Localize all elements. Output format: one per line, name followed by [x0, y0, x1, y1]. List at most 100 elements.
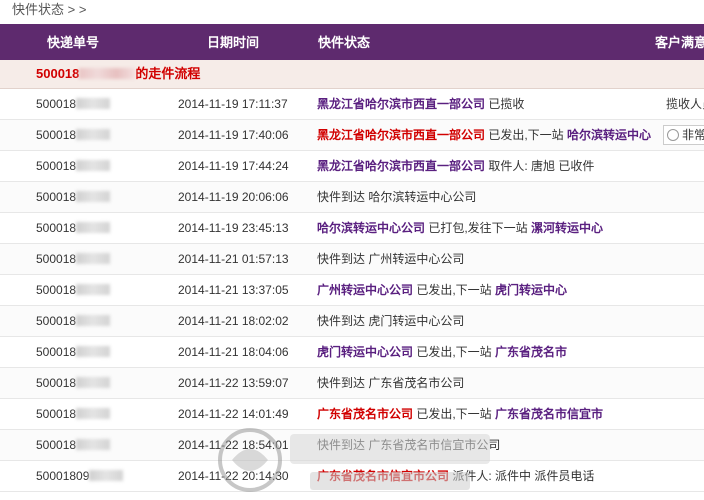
tracking-number-cell: 500018: [36, 275, 111, 305]
tracking-number-text: 500018: [36, 159, 77, 173]
datetime-cell: 2014-11-21 13:37:05: [178, 283, 289, 297]
tracking-subheader: 500018 的走件流程: [0, 60, 704, 89]
satisfaction-label: 非常: [682, 128, 704, 142]
redacted-digits: [76, 98, 111, 109]
tracking-number-cell: 500018: [36, 399, 111, 429]
col-tracking-number: 快递单号: [47, 35, 100, 50]
redacted-digits: [76, 129, 111, 140]
tracking-table: 500018 2014-11-19 17:11:37 黑龙江省哈尔滨市西直一部公司 …: [0, 89, 704, 492]
datetime-cell: 2014-11-19 17:44:24: [178, 159, 289, 173]
tracking-number-text: 500018: [36, 283, 77, 297]
table-row: 500018 2014-11-19 23:45:13 哈尔滨转运中心公司 已打包,发…: [0, 213, 704, 244]
table-row: 500018 2014-11-22 14:01:49 广东省茂名市公司 已发出,下一…: [0, 399, 704, 430]
status-location-link[interactable]: 广州转运中心公司: [317, 283, 413, 297]
tracking-number-cell: 500018: [36, 430, 111, 460]
table-row: 500018 2014-11-19 17:11:37 黑龙江省哈尔滨市西直一部公司 …: [0, 89, 704, 120]
tracking-number-text: 500018: [36, 438, 77, 452]
redacted-digits: [89, 470, 124, 481]
table-row: 500018 2014-11-21 13:37:05 广州转运中心公司 已发出,下一…: [0, 275, 704, 306]
status-cell: 快件到达 广州转运中心公司: [317, 244, 464, 274]
status-cell: 快件到达 广东省茂名市信宜市公司: [317, 430, 500, 460]
redacted-digits: [76, 439, 111, 450]
datetime-cell: 2014-11-22 14:01:49: [178, 407, 289, 421]
subheader-prefix: 500018: [36, 66, 80, 81]
status-text: 快件到达 哈尔滨转运中心公司: [317, 190, 477, 204]
col-satisfaction: 客户满意: [655, 35, 704, 50]
status-cell: 快件到达 虎门转运中心公司: [317, 306, 464, 336]
redacted-digits: [76, 253, 111, 264]
tracking-number-cell: 500018: [36, 306, 111, 336]
tracking-number-cell: 500018: [36, 337, 111, 367]
table-row: 50001809 2014-11-22 20:14:30 广东省茂名市信宜市公司 派…: [0, 461, 704, 492]
redacted-number: [79, 68, 136, 79]
status-text: 已发出,下一站: [413, 407, 496, 421]
redacted-digits: [76, 284, 111, 295]
tracking-number-text: 500018: [36, 128, 77, 142]
tracking-number-cell: 50001809: [36, 461, 124, 491]
tracking-number-text: 500018: [36, 345, 77, 359]
status-location-link[interactable]: 广东省茂名市信宜市公司: [317, 469, 449, 483]
status-text: 已发出,下一站: [413, 283, 496, 297]
status-cell: 广东省茂名市信宜市公司 派件人: 派件中 派件员电话: [317, 461, 594, 491]
status-location-link[interactable]: 漯河转运中心: [531, 221, 603, 235]
redacted-digits: [76, 222, 111, 233]
table-row: 500018 2014-11-22 18:54:01 快件到达 广东省茂名市信宜市公…: [0, 430, 704, 461]
status-text: 快件到达 广东省茂名市公司: [317, 376, 465, 390]
tracking-number-text: 500018: [36, 221, 77, 235]
status-cell: 广州转运中心公司 已发出,下一站 虎门转运中心: [317, 275, 567, 305]
table-header: 快递单号 日期时间 快件状态 客户满意: [0, 24, 704, 60]
subheader-title: 500018 的走件流程: [36, 60, 200, 88]
status-text: 派件中 派件员电话: [495, 469, 595, 483]
datetime-cell: 2014-11-22 20:14:30: [178, 469, 289, 483]
breadcrumb: 快件状态 > >: [0, 0, 704, 22]
datetime-cell: 2014-11-19 17:11:37: [178, 97, 288, 111]
datetime-cell: 2014-11-21 18:04:06: [178, 345, 289, 359]
status-cell: 黑龙江省哈尔滨市西直一部公司 取件人: 唐旭 已收件: [317, 151, 594, 181]
tracking-number-text: 500018: [36, 314, 77, 328]
table-row: 500018 2014-11-19 17:40:06 黑龙江省哈尔滨市西直一部公司 …: [0, 120, 704, 151]
status-text: 快件到达 广东省茂名市信宜市公司: [317, 438, 501, 452]
tracking-number-cell: 500018: [36, 213, 111, 243]
table-row: 500018 2014-11-22 13:59:07 快件到达 广东省茂名市公司: [0, 368, 704, 399]
datetime-cell: 2014-11-19 20:06:06: [178, 190, 289, 204]
status-location-link[interactable]: 虎门转运中心公司: [317, 345, 413, 359]
status-text: 快件到达 虎门转运中心公司: [317, 314, 465, 328]
tracking-number-text: 500018: [36, 407, 77, 421]
redacted-digits: [76, 346, 111, 357]
status-location-link[interactable]: 哈尔滨转运中心: [567, 128, 651, 142]
tracking-number-cell: 500018: [36, 368, 111, 398]
tracking-number-text: 500018: [36, 376, 77, 390]
status-cell: 黑龙江省哈尔滨市西直一部公司 已揽收: [317, 89, 524, 119]
status-location-link[interactable]: 广东省茂名市: [495, 345, 567, 359]
datetime-cell: 2014-11-19 17:40:06: [178, 128, 289, 142]
col-datetime: 日期时间: [207, 35, 260, 50]
status-location-link[interactable]: 哈尔滨转运中心公司: [317, 221, 425, 235]
status-location-link[interactable]: 黑龙江省哈尔滨市西直一部公司: [317, 128, 485, 142]
redacted-digits: [76, 160, 111, 171]
datetime-cell: 2014-11-22 13:59:07: [178, 376, 289, 390]
tracking-number-text: 500018: [36, 97, 77, 111]
tracking-number-text: 500018: [36, 190, 77, 204]
satisfaction-radio[interactable]: 非常: [663, 125, 704, 145]
table-row: 500018 2014-11-19 17:44:24 黑龙江省哈尔滨市西直一部公司 …: [0, 151, 704, 182]
tracking-number-cell: 500018: [36, 151, 111, 181]
datetime-cell: 2014-11-22 18:54:01: [178, 438, 289, 452]
status-location-link[interactable]: 虎门转运中心: [495, 283, 567, 297]
table-row: 500018 2014-11-21 18:04:06 虎门转运中心公司 已发出,下一…: [0, 337, 704, 368]
table-row: 500018 2014-11-19 20:06:06 快件到达 哈尔滨转运中心公司: [0, 182, 704, 213]
radio-icon[interactable]: [667, 129, 679, 141]
status-cell: 哈尔滨转运中心公司 已打包,发往下一站 漯河转运中心: [317, 213, 603, 243]
datetime-cell: 2014-11-21 18:02:02: [178, 314, 289, 328]
status-location-link[interactable]: 黑龙江省哈尔滨市西直一部公司: [317, 97, 485, 111]
tracking-number-cell: 500018: [36, 120, 111, 150]
tracking-number-cell: 500018: [36, 244, 111, 274]
status-cell: 黑龙江省哈尔滨市西直一部公司 已发出,下一站 哈尔滨转运中心: [317, 120, 651, 150]
status-cell: 快件到达 广东省茂名市公司: [317, 368, 464, 398]
status-location-link[interactable]: 广东省茂名市公司: [317, 407, 413, 421]
status-text: 已发出,下一站: [485, 128, 568, 142]
status-location-link[interactable]: 黑龙江省哈尔滨市西直一部公司: [317, 159, 485, 173]
status-location-link[interactable]: 广东省茂名市信宜市: [495, 407, 603, 421]
status-cell: 广东省茂名市公司 已发出,下一站 广东省茂名市信宜市: [317, 399, 603, 429]
status-text: 派件人:: [449, 469, 496, 483]
status-text: 已打包,发往下一站: [425, 221, 532, 235]
